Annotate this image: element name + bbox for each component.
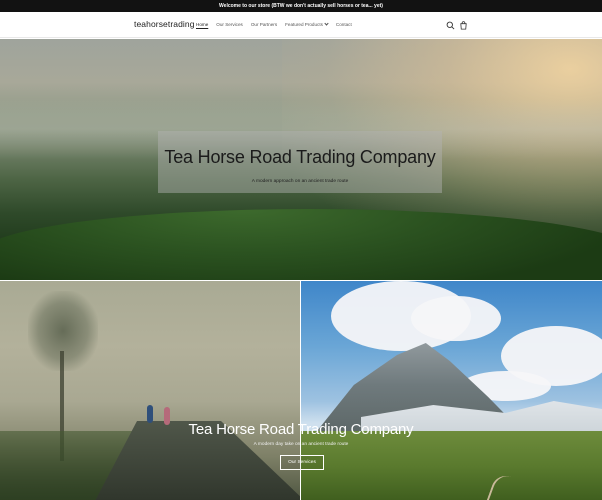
nav-our-services[interactable]: Our Services (216, 22, 243, 27)
main-nav: Home Our Services Our Partners Featured … (196, 21, 352, 27)
chevron-down-icon (324, 21, 329, 26)
cloud-shape (411, 296, 501, 341)
hero-title: Tea Horse Road Trading Company (164, 147, 436, 167)
cart-icon[interactable] (459, 21, 468, 30)
our-services-button[interactable]: Our Services (280, 455, 324, 470)
collage-image-mountains (301, 281, 602, 500)
search-icon[interactable] (446, 21, 455, 30)
hero-forest (0, 209, 602, 280)
collage-title: Tea Horse Road Trading Company (188, 421, 414, 438)
announcement-bar: Welcome to our store (BTW we don't actua… (0, 0, 602, 12)
announcement-text: Welcome to our store (BTW we don't actua… (219, 3, 383, 9)
nav-featured-products-label: Featured Products (285, 22, 323, 27)
collage-image-foggy-road (0, 281, 300, 500)
nav-our-partners[interactable]: Our Partners (251, 22, 277, 27)
collage-subtitle: A modern day take on an ancient trade ro… (253, 442, 349, 447)
site-logo[interactable]: teahorsetrading (134, 19, 195, 29)
site-header: teahorsetrading Home Our Services Our Pa… (0, 12, 602, 38)
nav-contact[interactable]: Contact (336, 22, 352, 27)
nav-featured-products[interactable]: Featured Products (285, 21, 329, 27)
hero-subtitle: A modern approach on an ancient trade ro… (251, 179, 349, 184)
nav-home[interactable]: Home (196, 22, 208, 27)
